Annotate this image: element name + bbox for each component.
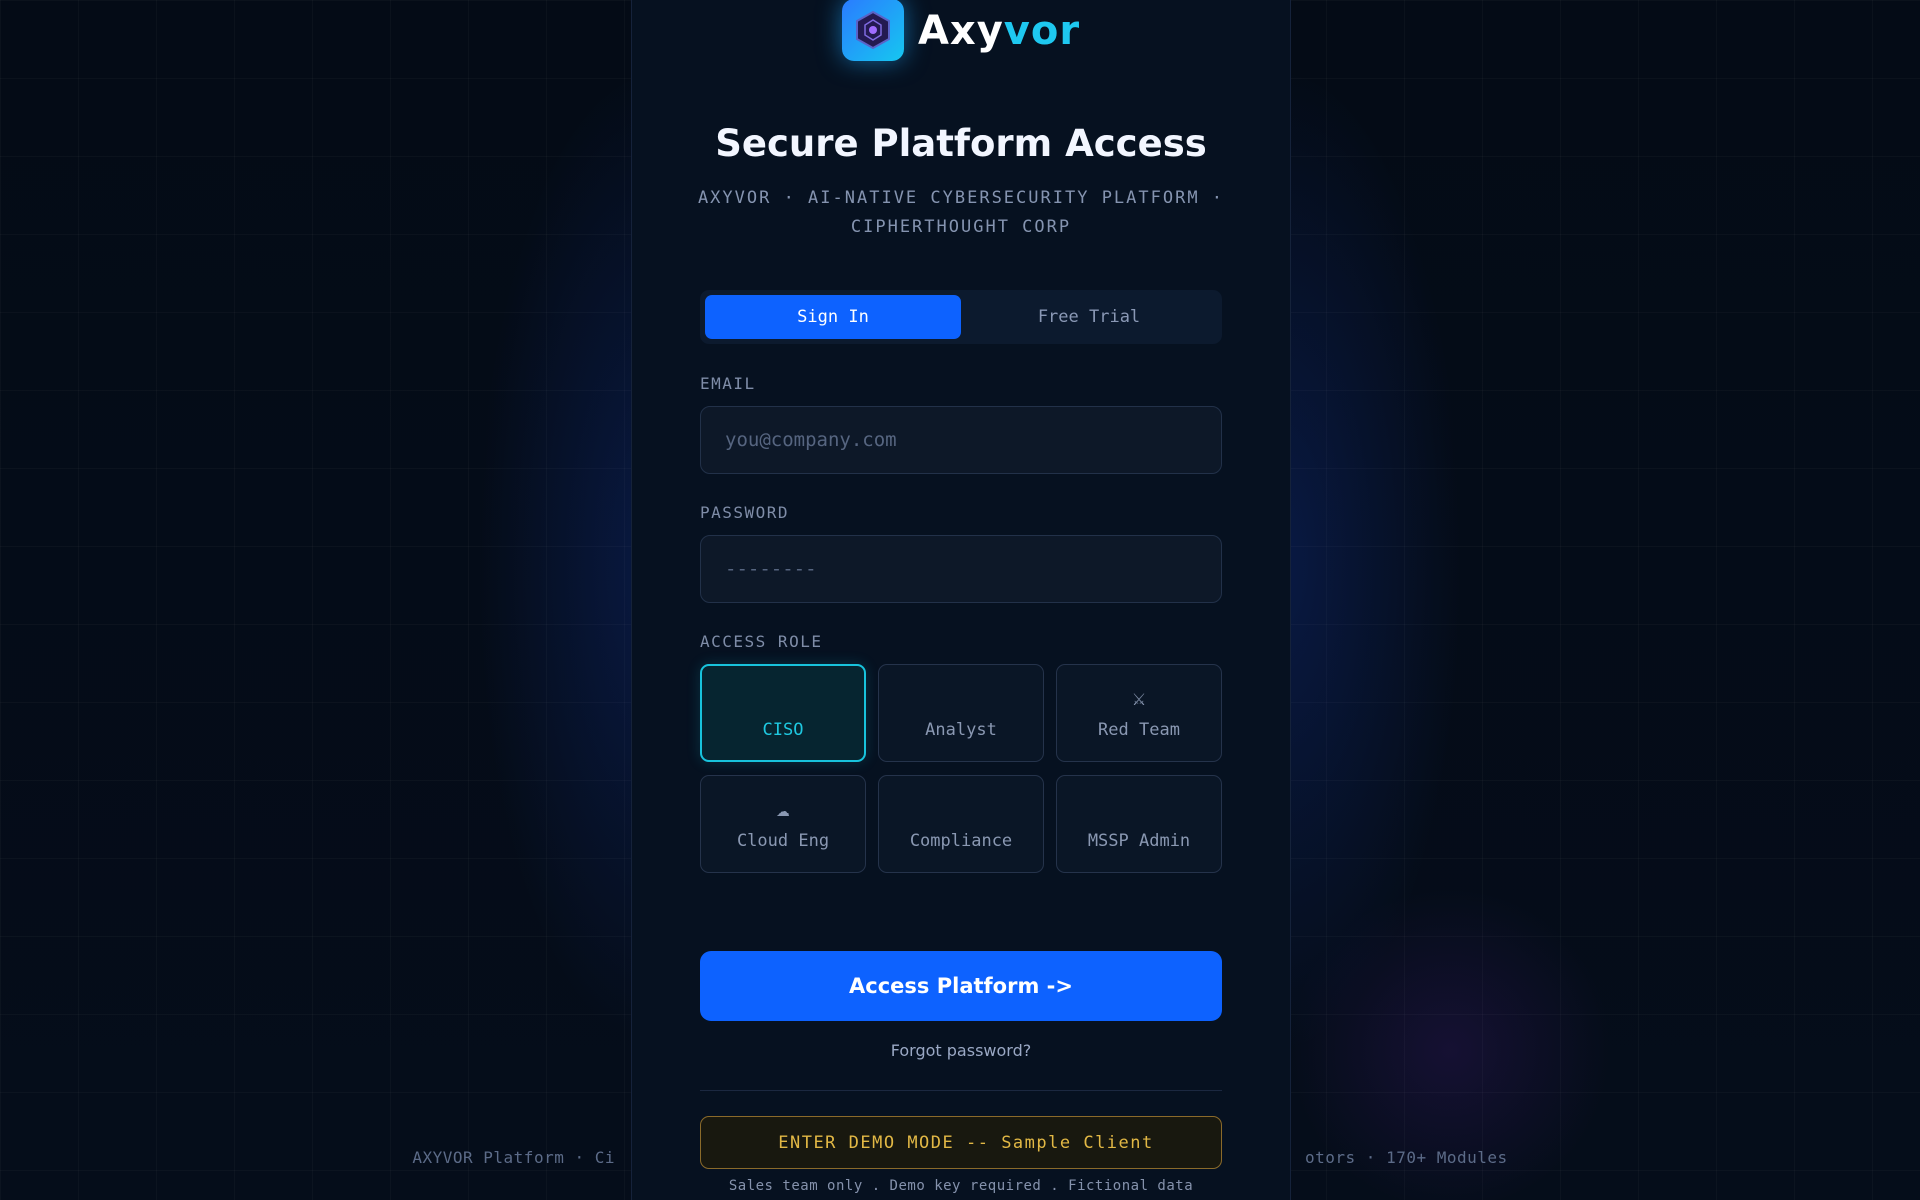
- role-compliance[interactable]: Compliance: [878, 775, 1044, 873]
- tab-free-trial[interactable]: Free Trial: [961, 295, 1217, 339]
- footer-text-left: AXYVOR Platform · Ci: [412, 1148, 615, 1167]
- role-red-team[interactable]: ⚔ Red Team: [1056, 664, 1222, 762]
- access-role-label: ACCESS ROLE: [700, 632, 823, 651]
- role-selector: CISO Analyst ⚔ Red Team ☁ Cloud Eng Comp…: [700, 664, 1222, 873]
- brand-name-part1: Axy: [917, 8, 1004, 54]
- login-panel: Axyvor Secure Platform Access AXYVOR · A…: [631, 0, 1291, 1200]
- access-platform-button[interactable]: Access Platform ->: [700, 951, 1222, 1021]
- email-field[interactable]: [700, 406, 1222, 474]
- role-label: Red Team: [1098, 720, 1180, 740]
- brand-wordmark: Axyvor: [918, 8, 1080, 54]
- forgot-password-link[interactable]: Forgot password?: [632, 1041, 1290, 1060]
- brand-name-part2: vor: [1003, 8, 1081, 54]
- cloud-icon: ☁: [776, 797, 790, 822]
- crossed-swords-icon: ⚔: [1132, 686, 1146, 711]
- role-label: Analyst: [925, 720, 997, 740]
- page-title: Secure Platform Access: [715, 122, 1207, 165]
- role-label: Cloud Eng: [736, 831, 830, 851]
- role-analyst[interactable]: Analyst: [878, 664, 1044, 762]
- divider: [700, 1090, 1222, 1091]
- tab-sign-in[interactable]: Sign In: [705, 295, 961, 339]
- role-label: Compliance: [909, 831, 1013, 851]
- password-field[interactable]: [700, 535, 1222, 603]
- email-label: EMAIL: [700, 374, 756, 393]
- role-label: MSSP Admin: [1087, 831, 1191, 851]
- demo-note: Sales team only . Demo key required . Fi…: [728, 1178, 1194, 1194]
- password-label: PASSWORD: [700, 503, 790, 522]
- page-subtitle: AXYVOR · AI-NATIVE CYBERSECURITY PLATFOR…: [697, 188, 1225, 237]
- auth-tabs: Sign In Free Trial: [700, 290, 1222, 344]
- role-ciso[interactable]: CISO: [700, 664, 866, 762]
- brand-logo: Axyvor: [632, 0, 1290, 62]
- demo-mode-button[interactable]: ENTER DEMO MODE -- Sample Client: [700, 1116, 1222, 1169]
- role-cloud-eng[interactable]: ☁ Cloud Eng: [700, 775, 866, 873]
- role-label: CISO: [762, 720, 804, 740]
- hexagon-shield-icon: [841, 0, 904, 61]
- role-mssp-admin[interactable]: MSSP Admin: [1056, 775, 1222, 873]
- demo-mode-label: ENTER DEMO MODE -- Sample Client: [778, 1132, 1154, 1153]
- footer-text-right: otors · 170+ Modules: [1305, 1148, 1508, 1167]
